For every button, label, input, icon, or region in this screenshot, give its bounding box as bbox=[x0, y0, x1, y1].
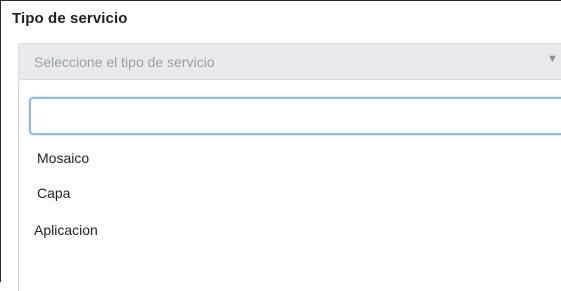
dropdown-search-wrapper[interactable] bbox=[29, 97, 561, 135]
dropdown-search-input[interactable] bbox=[31, 99, 561, 133]
service-type-label: Tipo de servicio bbox=[12, 10, 128, 27]
option-aplicacion[interactable]: Aplicacion bbox=[34, 222, 98, 238]
service-type-panel: Tipo de servicio Seleccione el tipo de s… bbox=[0, 0, 561, 291]
select-placeholder: Seleccione el tipo de servicio bbox=[34, 54, 215, 70]
service-type-dropdown: Mosaico Capa Aplicacion bbox=[18, 81, 561, 291]
option-capa[interactable]: Capa bbox=[37, 185, 70, 201]
option-mosaico[interactable]: Mosaico bbox=[37, 150, 89, 166]
service-type-select[interactable]: Seleccione el tipo de servicio ▼ bbox=[18, 43, 561, 80]
caret-down-icon[interactable]: ▼ bbox=[547, 53, 558, 65]
